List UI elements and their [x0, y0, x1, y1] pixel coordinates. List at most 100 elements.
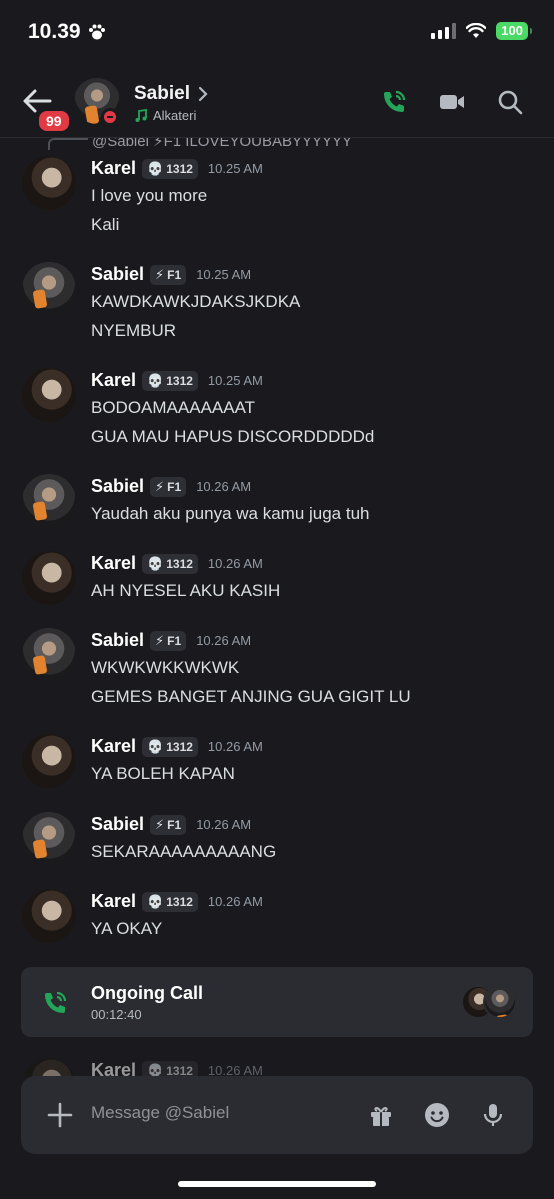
message-text: KAWDKAWKJDAKSJKDKA	[91, 292, 301, 311]
message-text: BODOAMAAAAAAAT	[91, 398, 256, 417]
lightning-icon: ⚡	[155, 632, 165, 648]
status-time: 10.39	[28, 20, 107, 44]
timestamp: 10.26 AM	[207, 894, 263, 909]
message-text: YA OKAY	[91, 919, 163, 938]
tag-label: 1312	[166, 894, 193, 909]
message-text: YA BOLEH KAPAN	[91, 764, 235, 783]
clan-tag[interactable]: ⚡ F1	[150, 476, 187, 497]
tag-label: F1	[167, 479, 182, 494]
skull-icon: 💀	[147, 893, 164, 909]
message-text: WKWKWKKWKWK	[91, 658, 240, 677]
username[interactable]: Karel	[91, 370, 136, 391]
tag-label: 1312	[166, 373, 193, 388]
message-text: NYEMBUR	[91, 321, 177, 340]
ongoing-call-banner[interactable]: Ongoing Call 00:12:40	[21, 967, 533, 1037]
call-title: Ongoing Call	[91, 983, 203, 1003]
contact-name-button[interactable]: Sabiel	[134, 83, 208, 105]
timestamp: 10.26 AM	[196, 633, 252, 648]
username[interactable]: Karel	[91, 891, 136, 912]
username[interactable]: Sabiel	[91, 264, 144, 285]
username[interactable]: Karel	[91, 553, 136, 574]
message-text: I love you more	[91, 186, 208, 205]
clan-tag[interactable]: ⚡ F1	[150, 264, 187, 285]
unread-badge: 99	[36, 108, 72, 134]
microphone-icon[interactable]	[479, 1101, 507, 1129]
clan-tag[interactable]: 💀 1312	[142, 158, 198, 179]
lightning-icon: ⚡	[155, 266, 165, 282]
message-text: Kali	[91, 215, 120, 234]
avatar[interactable]	[22, 551, 76, 605]
phone-icon	[45, 991, 67, 1013]
avatar[interactable]	[22, 368, 76, 422]
gift-icon[interactable]	[367, 1101, 395, 1129]
username[interactable]: Karel	[91, 158, 136, 179]
tag-label: 1312	[166, 161, 193, 176]
message-list[interactable]: @Sabiel ⚡F1 ILOVEYOUBABYYYYYY Karel 💀 131…	[0, 138, 554, 1078]
plus-icon[interactable]	[47, 1102, 73, 1128]
clan-tag[interactable]: 💀 1312	[142, 370, 198, 391]
avatar[interactable]	[22, 262, 76, 316]
skull-icon: 💀	[147, 372, 164, 388]
clan-tag[interactable]: ⚡ F1	[150, 814, 187, 835]
timestamp: 10.25 AM	[196, 267, 252, 282]
chat-header: 99 Sabiel Alkateri	[0, 66, 554, 138]
clan-tag[interactable]: 💀 1312	[142, 891, 198, 912]
avatar[interactable]	[22, 734, 76, 788]
message-input[interactable]: Message @Sabiel	[91, 1103, 229, 1123]
lightning-icon: ⚡	[155, 816, 165, 832]
call-participants	[461, 985, 517, 1019]
message-text: GEMES BANGET ANJING GUA GIGIT LU	[91, 687, 411, 706]
username[interactable]: Sabiel	[91, 476, 144, 497]
emoji-icon[interactable]	[423, 1101, 451, 1129]
music-note-icon	[135, 108, 147, 122]
tag-label: 1312	[166, 556, 193, 571]
tag-label: 1312	[166, 739, 193, 754]
wifi-icon	[466, 23, 487, 38]
clan-tag[interactable]: 💀 1312	[142, 736, 198, 757]
skull-icon: 💀	[147, 738, 164, 754]
avatar[interactable]	[22, 1058, 76, 1078]
reply-preview[interactable]: @Sabiel ⚡F1 ILOVEYOUBABYYYYYY	[92, 138, 352, 150]
timestamp: 10.26 AM	[207, 739, 263, 754]
avatar[interactable]	[22, 474, 76, 528]
tag-label: F1	[167, 633, 182, 648]
reply-connector	[48, 138, 88, 150]
lightning-icon: ⚡	[155, 478, 165, 494]
voice-call-icon[interactable]	[380, 88, 408, 116]
username[interactable]: Sabiel	[91, 814, 144, 835]
tag-label: F1	[167, 267, 182, 282]
contact-activity: Alkateri	[134, 108, 196, 123]
clan-tag[interactable]: ⚡ F1	[150, 630, 187, 651]
skull-icon: 💀	[147, 160, 164, 176]
message-composer[interactable]: Message @Sabiel	[21, 1076, 533, 1154]
message-text: AH NYESEL AKU KASIH	[91, 581, 281, 600]
avatar[interactable]	[22, 889, 76, 943]
contact-name: Sabiel	[134, 83, 190, 104]
message-text: Yaudah aku punya wa kamu juga tuh	[91, 504, 370, 523]
cellular-signal-icon	[431, 23, 457, 39]
avatar[interactable]	[22, 812, 76, 866]
paw-icon	[88, 24, 105, 40]
video-call-icon[interactable]	[438, 88, 466, 116]
activity-text: Alkateri	[153, 108, 197, 123]
username[interactable]: Karel	[91, 736, 136, 757]
timestamp: 10.25 AM	[207, 161, 263, 176]
status-bar: 10.39 100	[0, 0, 554, 66]
clan-tag[interactable]: 💀 1312	[142, 553, 198, 574]
avatar[interactable]	[22, 156, 76, 210]
message-text: SEKARAAAAAAAAANG	[91, 842, 277, 861]
chevron-right-icon	[198, 86, 208, 102]
clock: 10.39	[28, 20, 81, 43]
tag-label: F1	[167, 817, 182, 832]
dnd-status-icon	[101, 108, 119, 126]
home-indicator[interactable]	[178, 1181, 376, 1187]
search-icon[interactable]	[496, 88, 524, 116]
message-text: GUA MAU HAPUS DISCORDDDDDd	[91, 427, 375, 446]
timestamp: 10.26 AM	[196, 479, 252, 494]
timestamp: 10.25 AM	[207, 373, 263, 388]
username[interactable]: Sabiel	[91, 630, 144, 651]
timestamp: 10.26 AM	[196, 817, 252, 832]
timestamp: 10.26 AM	[207, 556, 263, 571]
avatar[interactable]	[22, 628, 76, 682]
skull-icon: 💀	[147, 555, 164, 571]
